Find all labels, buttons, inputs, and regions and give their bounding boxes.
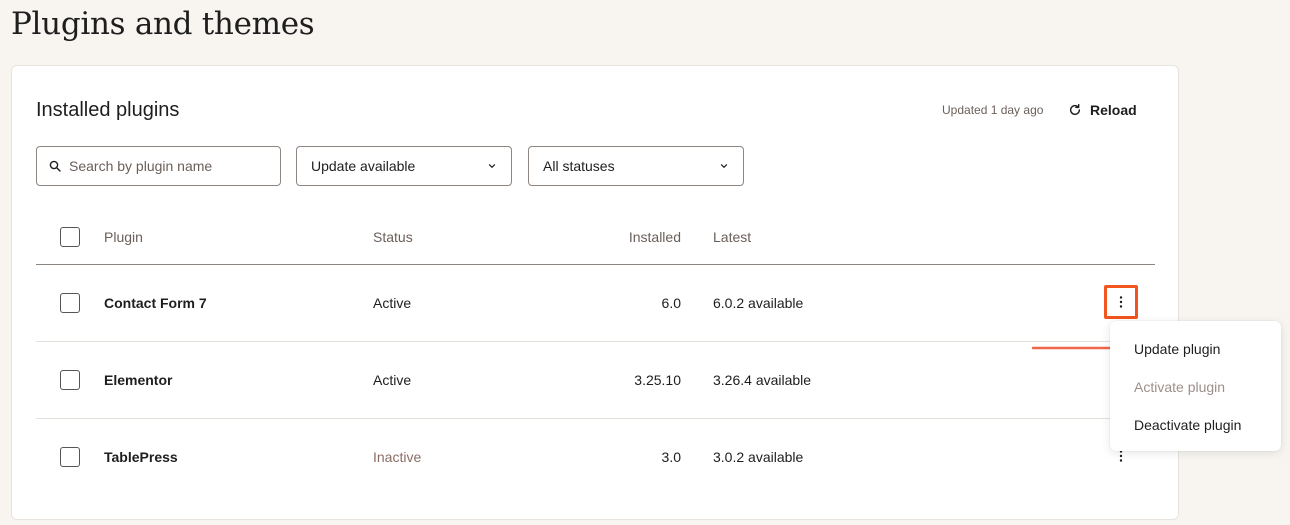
plugin-latest-version: 3.0.2 available (713, 449, 804, 465)
search-input[interactable] (69, 158, 269, 174)
page-title: Plugins and themes (11, 6, 315, 42)
update-filter-select[interactable]: Update available (296, 146, 512, 186)
column-header-latest: Latest (713, 229, 752, 245)
row-divider (36, 418, 1155, 419)
select-all-checkbox[interactable] (60, 227, 80, 247)
plugin-installed-version: 3.25.10 (634, 372, 681, 388)
row-actions-menu: Update plugin Activate plugin Deactivate… (1110, 321, 1281, 451)
column-header-status: Status (373, 229, 413, 245)
menu-item-deactivate-plugin[interactable]: Deactivate plugin (1134, 417, 1241, 433)
plugin-status: Inactive (373, 449, 422, 465)
plugin-name: TablePress (104, 449, 178, 465)
table-header-divider (36, 264, 1155, 265)
installed-plugins-card: Installed plugins Updated 1 day ago Relo… (11, 65, 1179, 520)
plugin-name: Contact Form 7 (104, 295, 207, 311)
row-checkbox[interactable] (60, 447, 80, 467)
row-actions-button[interactable] (1104, 285, 1138, 319)
search-field[interactable] (36, 146, 281, 186)
chevron-down-icon (488, 164, 496, 168)
status-filter-select[interactable]: All statuses (528, 146, 744, 186)
menu-item-activate-plugin: Activate plugin (1134, 379, 1226, 395)
chevron-down-icon (720, 164, 728, 168)
more-vertical-icon (1119, 296, 1123, 308)
plugin-name: Elementor (104, 372, 173, 388)
last-updated-text: Updated 1 day ago (942, 103, 1044, 117)
row-divider (36, 341, 1155, 342)
plugin-status: Active (373, 372, 412, 388)
reload-icon (1069, 103, 1081, 116)
more-vertical-icon (1119, 450, 1123, 462)
status-filter-value: All statuses (543, 158, 615, 174)
column-header-installed: Installed (628, 229, 681, 245)
plugin-latest-version: 3.26.4 available (713, 372, 812, 388)
search-icon (49, 160, 61, 172)
reload-label: Reload (1090, 102, 1137, 118)
update-filter-value: Update available (311, 158, 416, 174)
plugin-latest-version: 6.0.2 available (713, 295, 804, 311)
card-title: Installed plugins (36, 99, 180, 121)
reload-button[interactable]: Reload (1068, 98, 1137, 122)
plugin-status: Active (373, 295, 412, 311)
row-checkbox[interactable] (60, 293, 80, 313)
menu-item-update-plugin[interactable]: Update plugin (1134, 341, 1220, 357)
column-header-plugin: Plugin (104, 229, 143, 245)
plugin-installed-version: 3.0 (661, 449, 681, 465)
row-checkbox[interactable] (60, 370, 80, 390)
plugin-installed-version: 6.0 (661, 295, 681, 311)
